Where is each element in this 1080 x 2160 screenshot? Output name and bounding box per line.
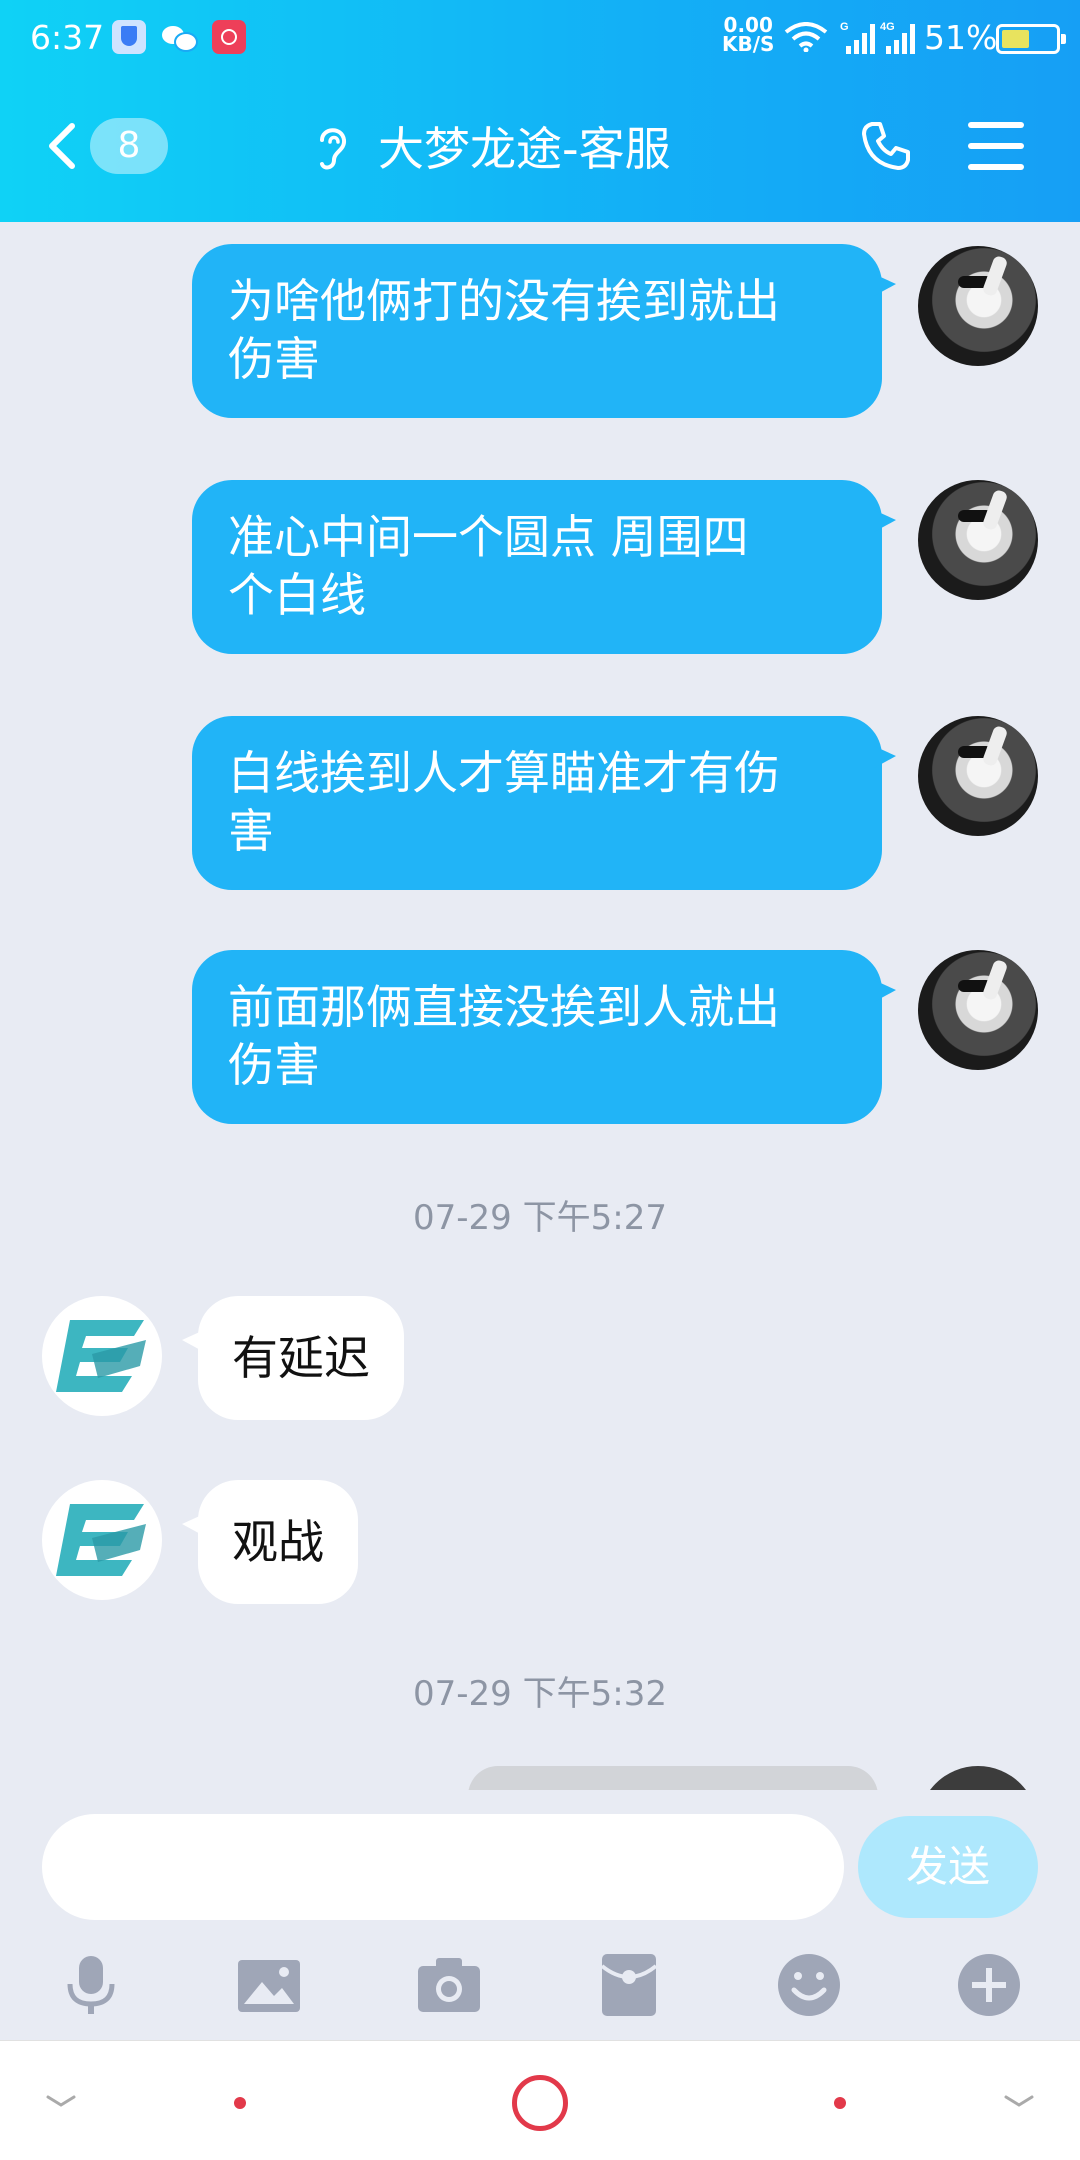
red-packet-button[interactable] <box>596 1952 662 2018</box>
outgoing-message-partial[interactable] <box>468 1766 878 1790</box>
battery-icon <box>996 24 1066 54</box>
chevron-down-icon[interactable] <box>1002 2091 1036 2111</box>
message-timestamp: 07-29 下午5:32 <box>413 1674 667 1714</box>
camera-button[interactable] <box>416 1952 482 2018</box>
menu-icon[interactable] <box>968 122 1024 170</box>
send-button[interactable]: 发送 <box>858 1816 1038 1918</box>
chevron-down-icon[interactable] <box>44 2091 78 2111</box>
signal-4g-icon: 4G <box>880 21 915 54</box>
emoji-icon <box>778 1954 840 2016</box>
ear-icon[interactable] <box>310 120 354 172</box>
avatar[interactable] <box>918 246 1038 366</box>
page-title: 大梦龙途-客服 <box>378 122 671 176</box>
nav-dot[interactable] <box>234 2097 246 2109</box>
shield-app-icon <box>112 20 146 54</box>
svg-text:4G: 4G <box>880 21 895 33</box>
message-input[interactable] <box>42 1814 844 1920</box>
input-area: 发送 <box>0 1790 1080 2040</box>
status-time: 6:37 <box>30 18 105 57</box>
avatar[interactable] <box>918 716 1038 836</box>
microphone-icon <box>67 1956 115 2014</box>
home-button[interactable] <box>512 2075 568 2131</box>
nav-dot[interactable] <box>834 2097 846 2109</box>
support-logo-icon <box>56 1320 146 1392</box>
outgoing-message[interactable]: 前面那俩直接没挨到人就出 伤害 <box>192 950 896 1124</box>
image-button[interactable] <box>236 1952 302 2018</box>
status-bar: 6:37 0.00 KB/S G 4G 51% <box>0 0 1080 76</box>
title-group: 大梦龙途-客服 <box>310 116 671 176</box>
signal-icon: G <box>840 21 875 54</box>
support-avatar[interactable] <box>42 1480 162 1600</box>
incoming-message[interactable]: 有延迟 <box>182 1296 404 1420</box>
avatar[interactable] <box>918 950 1038 1070</box>
battery-level <box>1002 30 1029 48</box>
wifi-icon <box>784 22 828 52</box>
battery-percent: 51% <box>924 18 998 57</box>
voice-button[interactable] <box>58 1952 124 2018</box>
avatar[interactable] <box>918 480 1038 600</box>
incoming-message[interactable]: 观战 <box>182 1480 358 1604</box>
message-timestamp: 07-29 下午5:27 <box>413 1198 667 1238</box>
chat-header: 8 大梦龙途-客服 <box>0 76 1080 222</box>
image-icon <box>238 1960 300 2012</box>
network-speed: 0.00 KB/S <box>722 13 775 56</box>
more-button[interactable] <box>956 1952 1022 2018</box>
emoji-button[interactable] <box>776 1952 842 2018</box>
wechat-icon <box>160 20 198 54</box>
svg-text:G: G <box>840 21 849 33</box>
support-logo-icon <box>56 1504 146 1576</box>
plus-icon <box>958 1954 1020 2016</box>
screen-record-icon <box>212 20 246 54</box>
red-packet-icon <box>600 1954 658 2016</box>
support-avatar[interactable] <box>42 1296 162 1416</box>
outgoing-message[interactable]: 为啥他俩打的没有挨到就出 伤害 <box>192 244 896 418</box>
phone-icon[interactable] <box>860 120 912 172</box>
chat-history[interactable]: 为啥他俩打的没有挨到就出 伤害 准心中间一个圆点 周围四 个白线 白线挨到人才算… <box>0 222 1080 1790</box>
outgoing-message[interactable]: 白线挨到人才算瞄准才有伤 害 <box>192 716 896 890</box>
back-button[interactable]: 8 <box>44 114 168 178</box>
avatar[interactable] <box>918 1766 1038 1790</box>
camera-icon <box>418 1958 480 2012</box>
outgoing-message[interactable]: 准心中间一个圆点 周围四 个白线 <box>192 480 896 654</box>
chevron-left-icon <box>49 123 75 169</box>
unread-badge: 8 <box>90 118 168 174</box>
system-nav-bar <box>0 2040 1080 2160</box>
